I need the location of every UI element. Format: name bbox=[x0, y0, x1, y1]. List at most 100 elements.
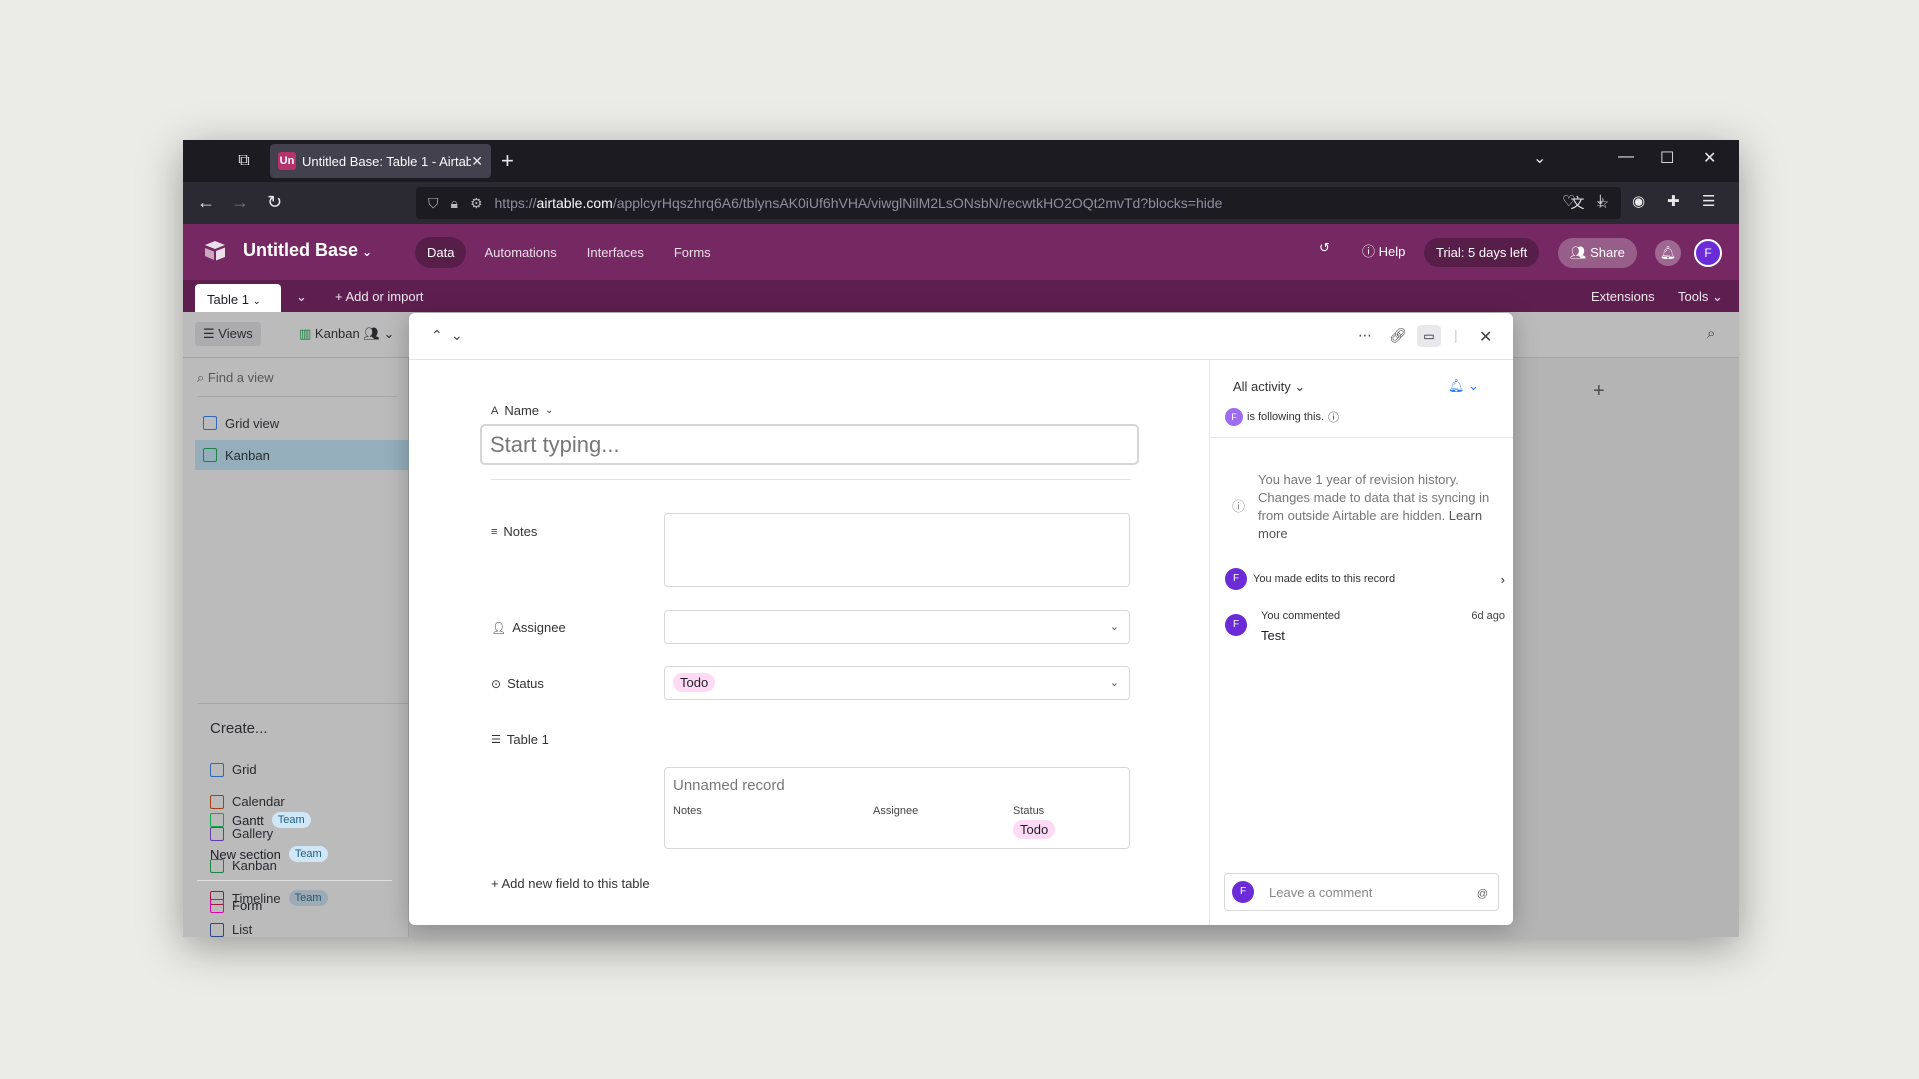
tools-label: Tools bbox=[1678, 289, 1709, 304]
chevron-down-icon: ⌄ bbox=[1109, 677, 1119, 689]
name-field-label[interactable]: A Name ⌄ bbox=[491, 403, 553, 418]
account-icon[interactable]: ◉ bbox=[1632, 192, 1645, 210]
link-record-icon: ☰ bbox=[491, 734, 501, 746]
lock-icon[interactable]: 🔒︎ bbox=[451, 195, 458, 212]
url-text[interactable]: https://airtable.com/applcyrHqszhrq6A6/t… bbox=[495, 195, 1571, 211]
close-modal-icon[interactable]: ✕ bbox=[1479, 327, 1492, 347]
activity-filter-dropdown[interactable]: All activity ⌄ bbox=[1233, 379, 1305, 395]
modal-toolbar: ⌃ ⌄ ⋯ 🔗︎ ▭ | ✕ bbox=[409, 313, 1513, 360]
close-window-icon[interactable]: ✕ bbox=[1703, 148, 1716, 168]
table-tab-label: Table 1 bbox=[207, 292, 249, 307]
status-select[interactable]: Todo ⌄ bbox=[664, 666, 1130, 700]
activity-filter-label: All activity bbox=[1233, 379, 1291, 394]
info-icon: ⓘ bbox=[1232, 499, 1246, 514]
notification-bell-icon[interactable]: 🔔︎ ⌄ bbox=[1448, 378, 1479, 394]
record-fields: A Name ⌄ Start typing... ≡ Notes 👤︎ Assignee… bbox=[409, 360, 1209, 925]
tab-favicon: Un bbox=[278, 152, 296, 170]
menu-icon[interactable]: ☰ bbox=[1702, 192, 1715, 210]
activity-pane: All activity ⌄ 🔔︎ ⌄ Fis following this. … bbox=[1209, 360, 1513, 925]
reload-icon[interactable]: ↻ bbox=[267, 192, 282, 213]
edit-activity-text: You made edits to this record bbox=[1253, 573, 1396, 585]
single-select-icon: ⊙ bbox=[491, 676, 502, 691]
chevron-down-icon: ⌄ bbox=[1109, 621, 1119, 633]
following-row: Fis following this. ⓘ bbox=[1225, 408, 1339, 426]
more-options-icon[interactable]: ⋯ bbox=[1358, 327, 1372, 344]
name-label-text: Name bbox=[504, 403, 540, 418]
comment-input[interactable]: F Leave a comment @ bbox=[1224, 873, 1499, 911]
top-nav: Data Automations Interfaces Forms bbox=[415, 237, 723, 268]
nav-interfaces[interactable]: Interfaces bbox=[575, 237, 656, 268]
shield-icon[interactable]: ⛉ bbox=[428, 195, 439, 212]
base-name[interactable]: Untitled Base ⌄ bbox=[243, 240, 372, 261]
url-bar[interactable]: ⛉ 🔒︎ ⚙ https://airtable.com/applcyrHqszh… bbox=[416, 187, 1621, 219]
name-placeholder: Start typing... bbox=[490, 432, 620, 457]
next-record-icon[interactable]: ⌄ bbox=[451, 327, 463, 344]
notifications-bell-icon[interactable]: 🔔︎ bbox=[1655, 240, 1681, 266]
user-icon: 👤︎ bbox=[491, 620, 507, 635]
following-text: is following this. bbox=[1247, 411, 1325, 423]
team-badge: Team bbox=[288, 846, 328, 862]
notes-input[interactable] bbox=[664, 513, 1130, 587]
previous-record-icon[interactable]: ⌃ bbox=[431, 327, 443, 344]
close-tab-icon[interactable]: ✕ bbox=[471, 153, 483, 170]
mention-icon[interactable]: @ bbox=[1477, 888, 1488, 900]
chevron-down-icon: ⌄ bbox=[252, 296, 261, 307]
name-input[interactable]: Start typing... bbox=[480, 424, 1139, 465]
nav-bar: ← → ↻ ⛉ 🔒︎ ⚙ https://airtable.com/applcy… bbox=[183, 182, 1739, 224]
chevron-down-icon: ⌄ bbox=[362, 245, 373, 259]
status-pill: Todo bbox=[673, 673, 716, 692]
add-import-button[interactable]: + Add or import bbox=[335, 289, 424, 304]
permissions-icon[interactable]: ⚙ bbox=[470, 195, 483, 212]
add-field-label: Add new field to this table bbox=[501, 876, 650, 891]
create-label: Form bbox=[232, 898, 263, 913]
extensions-icon[interactable]: ✚ bbox=[1667, 192, 1680, 210]
tools-button[interactable]: Tools ⌄ bbox=[1678, 289, 1723, 305]
tab-list-icon[interactable]: ⧉ bbox=[233, 150, 255, 172]
user-avatar[interactable]: F bbox=[1694, 239, 1722, 267]
notes-field-label: ≡ Notes bbox=[491, 524, 537, 539]
back-icon[interactable]: ← bbox=[197, 192, 215, 213]
divider bbox=[491, 479, 1131, 480]
comment-placeholder: Leave a comment bbox=[1269, 885, 1373, 900]
new-tab-icon[interactable]: + bbox=[501, 148, 514, 174]
maximize-icon[interactable]: ☐ bbox=[1660, 148, 1674, 168]
assignee-select[interactable]: ⌄ bbox=[664, 610, 1130, 644]
form-icon bbox=[210, 898, 224, 913]
info-icon[interactable]: ⓘ bbox=[1328, 409, 1339, 425]
tab-overflow-chevron-icon[interactable]: ⌄ bbox=[1533, 148, 1546, 168]
table-tab[interactable]: Table 1 ⌄ bbox=[195, 284, 281, 312]
create-new-section[interactable]: New section Team bbox=[210, 846, 328, 862]
create-form[interactable]: Form bbox=[210, 898, 262, 913]
nav-data[interactable]: Data bbox=[415, 237, 467, 268]
text-field-icon: A bbox=[491, 404, 499, 417]
edit-activity-row[interactable]: F You made edits to this record › bbox=[1225, 568, 1505, 590]
plus-icon: + bbox=[491, 876, 499, 891]
comment-time: 6d ago bbox=[1471, 610, 1505, 622]
linked-record-title: Unnamed record bbox=[673, 777, 785, 794]
toolbar-divider: | bbox=[1454, 327, 1458, 343]
comment-avatar: F bbox=[1225, 614, 1247, 636]
nav-automations[interactable]: Automations bbox=[472, 237, 568, 268]
forward-icon[interactable]: → bbox=[231, 192, 249, 213]
chevron-right-icon: › bbox=[1500, 571, 1505, 587]
downloads-icon[interactable]: ⤓ bbox=[1597, 192, 1604, 209]
minimize-icon[interactable]: — bbox=[1618, 148, 1634, 166]
add-field-button[interactable]: + Add new field to this table bbox=[491, 876, 650, 891]
pocket-icon[interactable]: ♡ bbox=[1562, 192, 1575, 210]
help-button[interactable]: ⓘ Help bbox=[1362, 241, 1405, 260]
trial-badge[interactable]: Trial: 5 days left bbox=[1424, 238, 1540, 267]
comments-toggle-icon[interactable]: ▭ bbox=[1417, 325, 1441, 347]
extensions-button[interactable]: Extensions bbox=[1591, 289, 1655, 304]
copy-link-icon[interactable]: 🔗︎ bbox=[1389, 327, 1407, 344]
share-button[interactable]: 👥︎ Share bbox=[1558, 238, 1637, 268]
status-field-label: ⊙ Status bbox=[491, 676, 544, 691]
airtable-logo-icon[interactable] bbox=[203, 240, 227, 262]
browser-tab[interactable]: Un Untitled Base: Table 1 - Airtable ✕ bbox=[270, 144, 491, 178]
chevron-down-icon: ⌄ bbox=[545, 405, 554, 416]
revision-history-note: You have 1 year of revision history. Cha… bbox=[1258, 471, 1498, 543]
linked-record-card[interactable]: Unnamed record Notes Assignee Status Tod… bbox=[664, 767, 1130, 849]
nav-forms[interactable]: Forms bbox=[662, 237, 723, 268]
tables-chevron-icon[interactable]: ⌄ bbox=[296, 289, 307, 305]
table-bar: Table 1 ⌄ ⌄ + Add or import Extensions T… bbox=[183, 280, 1739, 312]
history-icon[interactable]: ↺ bbox=[1319, 240, 1330, 256]
